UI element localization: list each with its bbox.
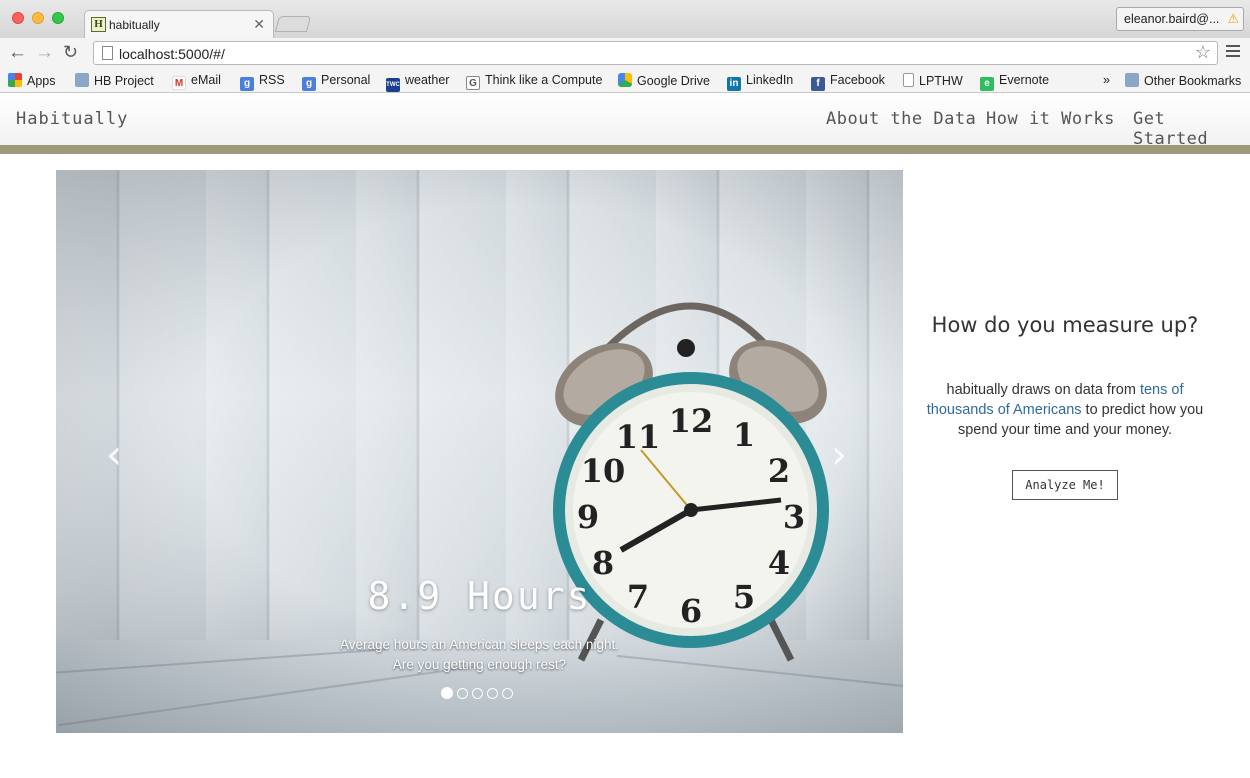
carousel-indicator[interactable]: [487, 688, 498, 699]
carousel-caption-title: 8.9 Hours: [367, 574, 592, 618]
bookmark-label: LinkedIn: [746, 73, 794, 87]
drive-icon: [618, 73, 632, 87]
hero-carousel: 12 1 2 3 4 5 6 7 8 9 10 11 ‹ › 8.9 Hours…: [56, 170, 903, 733]
bookmark-facebook[interactable]: f Facebook: [811, 73, 885, 91]
carousel-indicator[interactable]: [457, 688, 468, 699]
tab-close-icon[interactable]: ✕: [253, 16, 265, 33]
bookmark-label: Google Drive: [637, 74, 710, 88]
svg-text:10: 10: [581, 452, 626, 490]
carousel-indicator[interactable]: [441, 687, 453, 699]
svg-text:12: 12: [669, 402, 714, 440]
profile-name: eleanor.baird@...: [1124, 12, 1220, 26]
browser-tab-active[interactable]: H habitually ✕: [84, 10, 274, 38]
bookmark-evernote[interactable]: e Evernote: [980, 73, 1049, 91]
bookmark-label: Other Bookmarks: [1144, 74, 1242, 88]
url-text: localhost:5000/#/: [119, 46, 225, 62]
gmail-icon: M: [172, 76, 186, 90]
bookmark-star-icon[interactable]: ☆: [1195, 42, 1211, 63]
site-navbar: Habitually About the Data How it Works G…: [0, 94, 1250, 149]
bookmarks-bar: Apps HB Project MeMail g RSS g Personal TW…: [0, 68, 1250, 93]
side-description: habitually draws on data from tens of th…: [920, 380, 1210, 440]
bookmark-rss[interactable]: g RSS: [240, 73, 285, 91]
browser-titlebar: H habitually ✕ eleanor.baird@... ⚠: [0, 0, 1250, 38]
evernote-icon: e: [980, 77, 994, 91]
google-icon: g: [240, 77, 254, 91]
forward-arrow-icon[interactable]: →: [35, 42, 54, 64]
carousel-next-icon[interactable]: ›: [831, 432, 847, 478]
habitually-favicon-icon: H: [91, 17, 106, 32]
bookmark-linkedin[interactable]: in LinkedIn: [727, 73, 793, 91]
folder-icon: [75, 73, 89, 87]
bookmark-lpthw[interactable]: LPTHW: [903, 73, 963, 88]
bookmark-label: Personal: [321, 73, 371, 87]
nav-how-it-works[interactable]: How it Works: [986, 109, 1115, 129]
side-title: How do you measure up?: [931, 313, 1199, 337]
bookmark-label: HB Project: [94, 74, 154, 88]
caption-line: Average hours an American sleeps each ni…: [340, 637, 619, 652]
warning-icon: ⚠: [1227, 11, 1239, 26]
bookmark-weather[interactable]: TWC weather: [386, 73, 449, 92]
bookmark-label: Evernote: [999, 73, 1050, 87]
bookmark-google-drive[interactable]: Google Drive: [618, 73, 710, 88]
carousel-prev-icon[interactable]: ‹: [106, 432, 122, 478]
bookmark-think-like-a-computer[interactable]: G Think like a Compute: [466, 73, 602, 90]
new-tab-button[interactable]: [274, 16, 312, 32]
svg-text:2: 2: [768, 452, 790, 490]
bookmark-email[interactable]: MeMail: [172, 73, 221, 90]
folder-icon: [1125, 73, 1139, 87]
bookmark-other-bookmarks[interactable]: Other Bookmarks: [1125, 73, 1241, 88]
bookmark-label: weather: [405, 73, 450, 87]
bookmark-label: eMail: [191, 73, 221, 87]
side-text-before: habitually draws on data from: [946, 382, 1140, 398]
profile-button[interactable]: eleanor.baird@... ⚠: [1116, 7, 1244, 31]
nav-about-the-data[interactable]: About the Data: [826, 109, 976, 129]
reload-icon[interactable]: ↻: [63, 42, 78, 63]
page-icon: G: [466, 76, 480, 90]
browser-toolbar: ← → ↻ localhost:5000/#/ ☆: [0, 38, 1250, 68]
bookmark-label: LPTHW: [919, 74, 963, 88]
window-close-button[interactable]: [12, 12, 24, 24]
bookmark-label: Think like a Compute: [485, 73, 603, 87]
bookmark-label: RSS: [259, 73, 285, 87]
caption-line: Are you getting enough rest?: [392, 657, 567, 672]
carousel-caption-text: Average hours an American sleeps each ni…: [56, 635, 903, 675]
svg-text:1: 1: [733, 416, 755, 454]
back-arrow-icon[interactable]: ←: [8, 42, 27, 64]
carousel-indicator[interactable]: [502, 688, 513, 699]
nav-get-started[interactable]: Get Started: [1133, 109, 1250, 149]
bookmark-label: Apps: [27, 74, 56, 88]
linkedin-icon: in: [727, 77, 741, 91]
address-bar[interactable]: localhost:5000/#/ ☆: [93, 41, 1218, 65]
browser-menu-icon[interactable]: [1226, 45, 1240, 59]
carousel-indicator[interactable]: [472, 688, 483, 699]
page-icon: [903, 73, 914, 87]
svg-text:11: 11: [616, 418, 661, 456]
page-icon: [102, 46, 113, 60]
analyze-me-button[interactable]: Analyze Me!: [1012, 470, 1118, 500]
svg-text:9: 9: [577, 498, 599, 536]
window-minimize-button[interactable]: [32, 12, 44, 24]
google-icon: g: [302, 77, 316, 91]
weather-channel-icon: TWC: [386, 78, 400, 92]
side-panel: How do you measure up? habitually draws …: [920, 300, 1210, 500]
bookmark-hb-project[interactable]: HB Project: [75, 73, 154, 88]
bookmarks-overflow-button[interactable]: »: [1103, 73, 1110, 87]
window-maximize-button[interactable]: [52, 12, 64, 24]
svg-text:3: 3: [783, 498, 805, 536]
bookmark-apps[interactable]: Apps: [8, 73, 56, 88]
navbar-accent-bar: [0, 145, 1250, 154]
brand-logo[interactable]: Habitually: [16, 109, 128, 129]
apps-grid-icon: [8, 73, 22, 87]
facebook-icon: f: [811, 77, 825, 91]
bookmark-personal[interactable]: g Personal: [302, 73, 370, 91]
bookmark-label: Facebook: [830, 73, 885, 87]
tab-title: habitually: [109, 18, 160, 32]
carousel-indicators: [441, 686, 517, 704]
